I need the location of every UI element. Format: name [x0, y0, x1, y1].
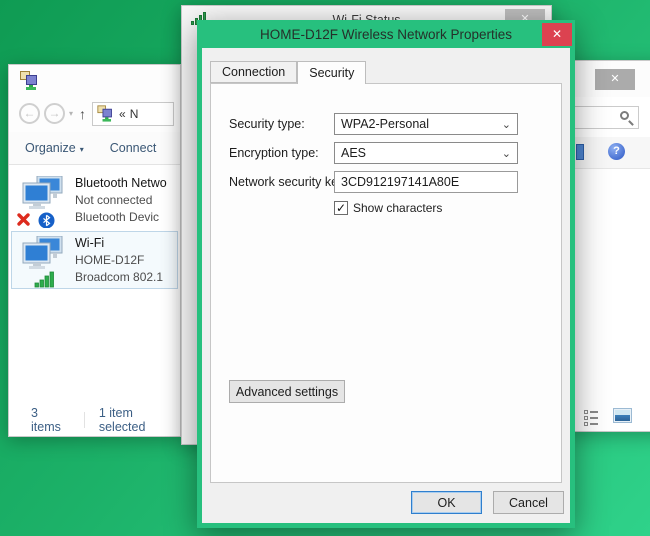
desktop: ← → ▾ ↑ « N Organize▾ Connect [0, 0, 650, 536]
checkbox-checked-icon[interactable]: ✓ [334, 201, 348, 215]
navigation-bar: ← → ▾ ↑ « N [9, 95, 180, 132]
advanced-settings-button[interactable]: Advanced settings [229, 380, 345, 403]
list-item-wifi[interactable]: Wi-Fi HOME-D12F Broadcom 802.1 [11, 231, 178, 289]
connection-device: Bluetooth Devic [75, 209, 167, 226]
computers-icon [20, 176, 66, 224]
status-bar [567, 401, 650, 431]
bluetooth-icon [38, 212, 55, 229]
address-bar[interactable]: « N [92, 102, 174, 126]
dialog-titlebar[interactable]: HOME-D12F Wireless Network Properties [197, 20, 575, 48]
cancel-button[interactable]: Cancel [493, 491, 564, 514]
close-icon[interactable]: ✕ [595, 69, 635, 90]
show-characters-label: Show characters [353, 201, 442, 215]
up-icon[interactable]: ↑ [79, 106, 86, 122]
right-edge-window: ✕ ? [566, 60, 650, 432]
history-caret-icon[interactable]: ▾ [69, 109, 73, 118]
close-icon[interactable]: ✕ [542, 23, 572, 46]
details-view-icon[interactable] [584, 410, 598, 426]
search-input[interactable] [573, 106, 639, 129]
dialog-buttons: OK Cancel [411, 491, 564, 514]
tab-strip: Connection Security [210, 58, 570, 83]
wireless-properties-dialog: HOME-D12F Wireless Network Properties ✕ … [197, 20, 575, 528]
help-icon[interactable]: ? [608, 143, 625, 160]
tab-security[interactable]: Security [297, 61, 366, 84]
window-titlebar[interactable]: ✕ [567, 61, 650, 97]
dialog-title: HOME-D12F Wireless Network Properties [260, 27, 512, 42]
status-divider [84, 412, 85, 428]
connect-button[interactable]: Connect [110, 141, 157, 155]
wifi-signal-icon [34, 271, 56, 289]
organize-menu[interactable]: Organize▾ [25, 141, 84, 155]
command-bar: Organize▾ Connect [9, 132, 180, 165]
connection-status: Not connected [75, 192, 167, 209]
status-item-count: 3 items [31, 406, 70, 434]
network-folder-icon [97, 105, 113, 121]
command-bar: ? [567, 137, 650, 169]
security-tab-page: Security type: WPA2-Personal ⌄ Encryptio… [210, 83, 562, 483]
network-key-label: Network security key [229, 171, 344, 193]
computers-icon [20, 236, 66, 284]
chevron-down-icon: ⌄ [502, 118, 511, 131]
partial-toolbar-icon[interactable] [576, 144, 584, 160]
status-selected-count: 1 item selected [99, 406, 180, 434]
dialog-body: Connection Security Security type: WPA2-… [202, 48, 570, 523]
thumbnail-view-icon[interactable] [613, 408, 632, 423]
security-type-select[interactable]: WPA2-Personal ⌄ [334, 113, 518, 135]
caret-down-icon: ▾ [80, 145, 84, 154]
disconnected-x-icon [16, 212, 31, 229]
forward-icon[interactable]: → [44, 103, 65, 124]
breadcrumb[interactable]: N [130, 107, 139, 121]
status-bar: 3 items 1 item selected [9, 404, 180, 436]
show-characters-row: ✓ Show characters [334, 201, 442, 215]
connection-name: Wi-Fi [75, 234, 163, 252]
connection-name: Bluetooth Netwo [75, 174, 167, 192]
back-icon[interactable]: ← [19, 103, 40, 124]
ok-button[interactable]: OK [411, 491, 482, 514]
connection-ssid: HOME-D12F [75, 252, 163, 269]
window-titlebar[interactable] [9, 65, 180, 95]
breadcrumb-chevrons-icon[interactable]: « [119, 107, 126, 121]
connection-device: Broadcom 802.1 [75, 269, 163, 286]
list-item-bluetooth[interactable]: Bluetooth Netwo Not connected Bluetooth … [11, 171, 178, 229]
connection-list: Bluetooth Netwo Not connected Bluetooth … [9, 165, 180, 289]
tab-connection[interactable]: Connection [210, 61, 297, 83]
network-folder-icon [20, 71, 39, 90]
encryption-type-label: Encryption type: [229, 142, 319, 164]
security-type-label: Security type: [229, 113, 305, 135]
encryption-type-select[interactable]: AES ⌄ [334, 142, 518, 164]
network-connections-window: ← → ▾ ↑ « N Organize▾ Connect [8, 64, 181, 437]
chevron-down-icon: ⌄ [502, 147, 511, 160]
search-icon[interactable] [620, 111, 629, 120]
network-key-input[interactable] [334, 171, 518, 193]
